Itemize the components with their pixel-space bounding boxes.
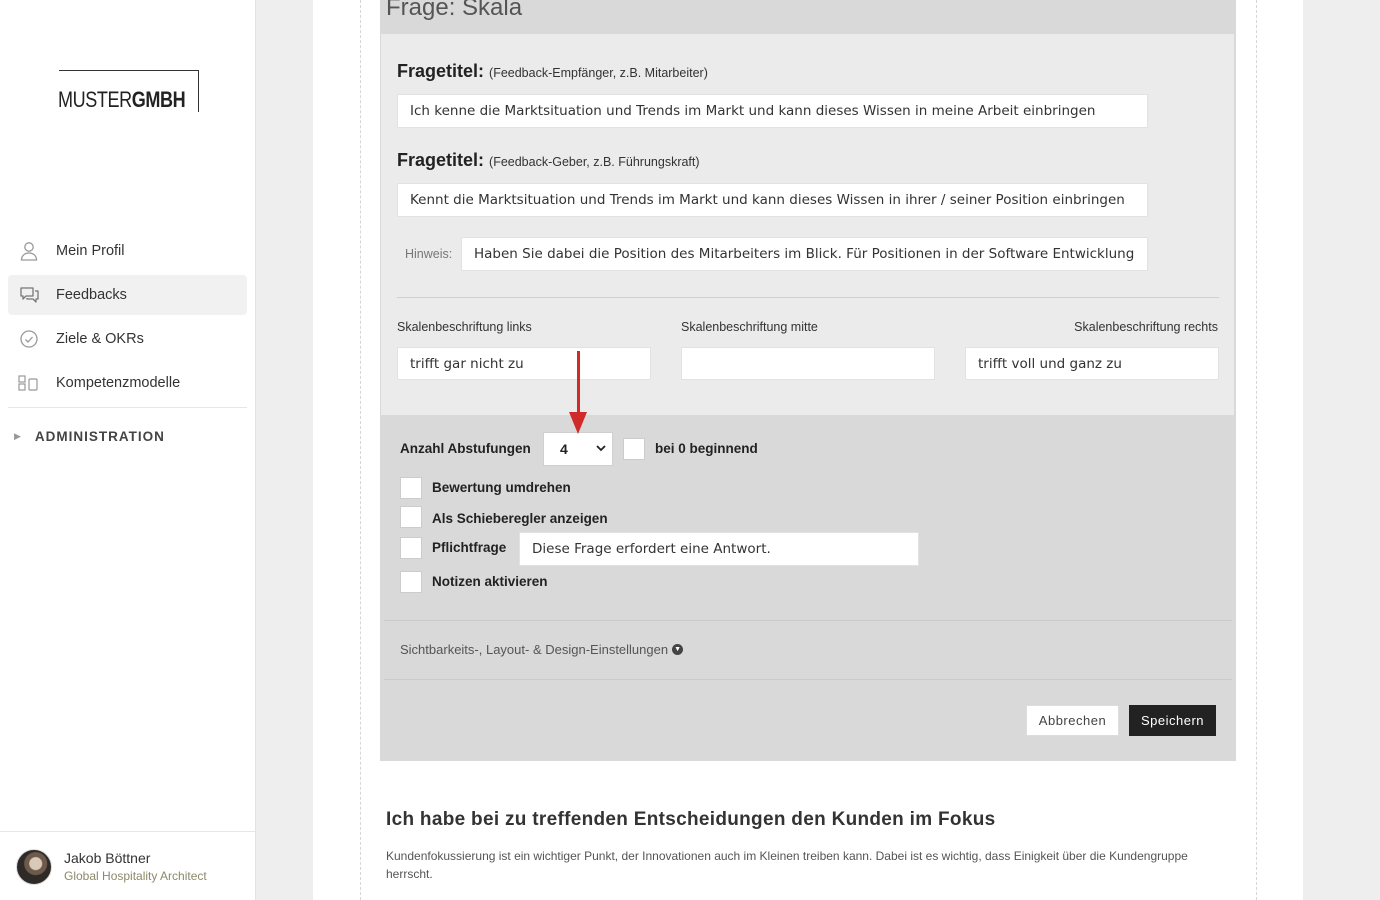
recipient-title-input[interactable]: Ich kenne die Marktsituation und Trends … <box>397 94 1148 128</box>
required-label: Pflichtfrage <box>432 540 507 555</box>
content-guide-left <box>360 0 361 900</box>
required-checkbox[interactable] <box>400 537 422 559</box>
giver-title-note: (Feedback-Geber, z.B. Führungskraft) <box>489 155 700 169</box>
options-divider <box>384 620 1232 621</box>
required-message-input[interactable]: Diese Frage erfordert eine Antwort. <box>519 532 919 566</box>
company-logo[interactable]: MUSTERGMBH <box>58 70 199 112</box>
next-question-description: Kundenfokussierung ist ein wichtiger Pun… <box>386 849 1188 881</box>
scale-left-label: Skalenbeschriftung links <box>397 320 532 334</box>
chat-bubbles-icon <box>18 284 40 306</box>
blocks-icon <box>18 372 40 394</box>
sidebar: MUSTERGMBH Mein Profil Feedbacks Ziele &… <box>0 0 256 900</box>
user-profile[interactable]: Jakob Böttner Global Hospitality Archite… <box>0 831 255 900</box>
start-zero-checkbox[interactable] <box>623 438 645 460</box>
sidebar-item-administration[interactable]: ▶ ADMINISTRATION <box>8 408 247 464</box>
user-role: Global Hospitality Architect <box>64 869 207 883</box>
steps-select[interactable]: 4 <box>543 432 613 466</box>
slider-label: Als Schieberegler anzeigen <box>432 511 608 526</box>
sidebar-item-label: Feedbacks <box>56 287 127 303</box>
question-text-section: Fragetitel: (Feedback-Empfänger, z.B. Mi… <box>381 34 1234 415</box>
sidebar-item-label: ADMINISTRATION <box>34 428 165 444</box>
logo-text-light: MUSTER <box>58 87 132 112</box>
giver-title-input[interactable]: Kennt die Marktsituation und Trends im M… <box>397 183 1148 217</box>
slider-checkbox[interactable] <box>400 506 422 528</box>
scale-mid-input[interactable] <box>681 347 935 380</box>
sidebar-item-ziele-okrs[interactable]: Ziele & OKRs <box>8 319 247 359</box>
chevron-down-icon <box>596 444 606 455</box>
notes-label: Notizen aktivieren <box>432 574 548 589</box>
design-settings-toggle[interactable]: Sichtbarkeits-, Layout- & Design-Einstel… <box>400 642 684 657</box>
cancel-button[interactable]: Abbrechen <box>1026 705 1119 736</box>
start-zero-label: bei 0 beginnend <box>655 441 758 456</box>
scale-mid-label: Skalenbeschriftung mitte <box>681 320 818 334</box>
sidebar-nav: Mein Profil Feedbacks Ziele & OKRs Kompe… <box>8 231 247 464</box>
sidebar-item-label: Kompetenzmodelle <box>56 375 181 391</box>
sidebar-item-label: Ziele & OKRs <box>56 331 144 347</box>
hint-label: Hinweis: <box>405 247 453 261</box>
avatar <box>16 849 52 885</box>
sidebar-item-label: Mein Profil <box>56 243 125 259</box>
notes-checkbox[interactable] <box>400 571 422 593</box>
recipient-title-label: Fragetitel: (Feedback-Empfänger, z.B. Mi… <box>397 61 708 81</box>
user-icon <box>18 240 40 262</box>
save-button[interactable]: Speichern <box>1129 705 1216 736</box>
reverse-rating-checkbox[interactable] <box>400 477 422 499</box>
steps-value: 4 <box>560 441 568 457</box>
steps-label: Anzahl Abstufungen <box>400 441 531 456</box>
hint-input[interactable]: Haben Sie dabei die Position des Mitarbe… <box>461 237 1148 271</box>
giver-title-label: Fragetitel: (Feedback-Geber, z.B. Führun… <box>397 150 700 170</box>
annotation-arrow-line <box>577 351 580 415</box>
sidebar-item-mein-profil[interactable]: Mein Profil <box>8 231 247 271</box>
user-name: Jakob Böttner <box>64 850 151 866</box>
scale-right-label: Skalenbeschriftung rechts <box>1074 320 1218 334</box>
design-settings-label: Sichtbarkeits-, Layout- & Design-Einstel… <box>400 642 669 657</box>
check-circle-icon <box>18 328 40 350</box>
scale-left-input[interactable]: trifft gar nicht zu <box>397 347 651 380</box>
content-guide-right <box>1256 0 1257 900</box>
footer-divider <box>384 679 1232 680</box>
annotation-arrow-head <box>569 412 587 434</box>
reverse-rating-label: Bewertung umdrehen <box>432 480 571 495</box>
next-question-title: Ich habe bei zu treffenden Entscheidunge… <box>386 809 996 830</box>
panel-title: Frage: Skala <box>386 0 523 21</box>
caret-right-icon: ▶ <box>14 430 21 441</box>
recipient-title-note: (Feedback-Empfänger, z.B. Mitarbeiter) <box>489 66 708 80</box>
scale-right-input[interactable]: trifft voll und ganz zu <box>965 347 1219 380</box>
sidebar-item-kompetenzmodelle[interactable]: Kompetenzmodelle <box>8 363 247 403</box>
chevron-circle-down-icon: ▼ <box>672 644 684 655</box>
logo-text-bold: GMBH <box>131 87 186 112</box>
sidebar-item-feedbacks[interactable]: Feedbacks <box>8 275 247 315</box>
section-divider <box>397 297 1219 298</box>
